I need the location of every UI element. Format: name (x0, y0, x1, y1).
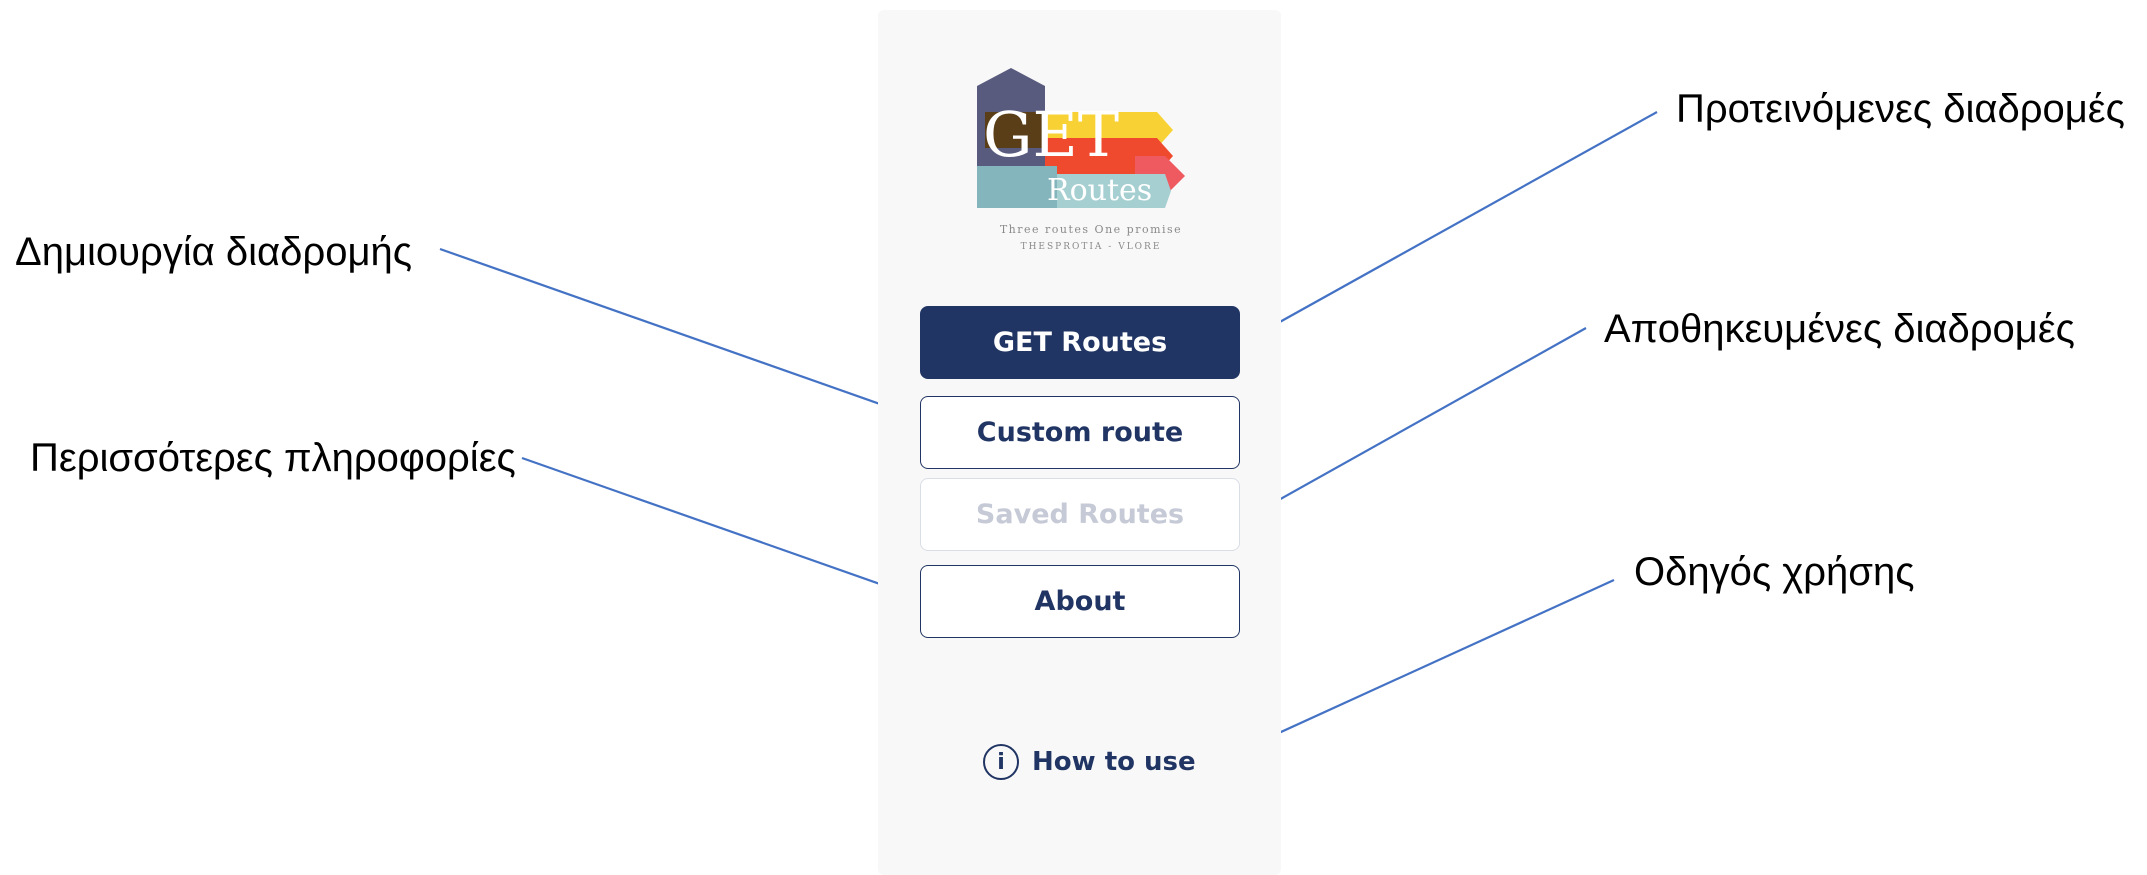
arrow-saved-routes (1267, 327, 1587, 507)
logo-get-text: GET (983, 98, 1119, 171)
arrow-create-route (439, 247, 898, 412)
annotation-saved-routes: Αποθηκευμένες διαδρομές (1604, 307, 2075, 351)
arrow-suggested-routes (1259, 111, 1658, 334)
logo-tagline: Three routes One promise (1000, 223, 1182, 236)
arrow-more-info (521, 456, 898, 592)
how-to-use-link[interactable]: i How to use (983, 741, 1196, 783)
logo-subtitle: THESPROTIA - VLORE (1021, 242, 1162, 252)
get-routes-button[interactable]: GET Routes (920, 306, 1240, 379)
about-button[interactable]: About (920, 565, 1240, 638)
annotation-create-route: Δημιουργία διαδρομής (15, 230, 413, 274)
how-to-use-label: How to use (1032, 747, 1196, 777)
annotation-more-info: Περισσότερες πληροφορίες (30, 436, 516, 480)
app-screen: GET Routes Three routes One promise THES… (878, 10, 1281, 875)
logo-routes-text: Routes (1047, 173, 1152, 208)
info-icon: i (983, 744, 1019, 780)
custom-route-button[interactable]: Custom route (920, 396, 1240, 469)
annotation-user-guide: Οδηγός χρήσης (1634, 550, 1915, 594)
annotation-suggested-routes: Προτεινόμενες διαδρομές (1676, 87, 2125, 131)
arrow-user-guide (1223, 578, 1615, 760)
get-routes-logo: GET Routes Three routes One promise THES… (977, 68, 1185, 252)
saved-routes-button[interactable]: Saved Routes (920, 478, 1240, 551)
